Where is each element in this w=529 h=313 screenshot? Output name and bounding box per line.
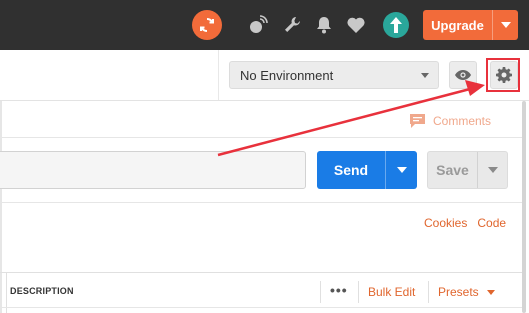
request-url-input[interactable]: [0, 151, 306, 189]
upgrade-label: Upgrade: [431, 17, 484, 33]
save-label: Save: [436, 162, 469, 178]
heart-icon[interactable]: [345, 14, 367, 36]
environment-select[interactable]: No Environment: [229, 61, 439, 89]
user-avatar[interactable]: [383, 12, 409, 38]
annotation-highlight-box: [486, 58, 520, 92]
send-button[interactable]: Send: [317, 151, 417, 189]
save-dropdown[interactable]: [478, 167, 507, 173]
upgrade-button[interactable]: Upgrade: [423, 10, 518, 40]
chevron-down-icon: [396, 167, 407, 173]
chevron-down-icon: [500, 22, 511, 28]
column-divider: [358, 281, 359, 303]
send-dropdown[interactable]: [386, 167, 417, 173]
column-divider: [428, 281, 429, 303]
bulk-edit-link[interactable]: Bulk Edit: [368, 285, 415, 299]
chevron-down-icon: [421, 73, 429, 78]
environment-select-value: No Environment: [240, 67, 334, 83]
comment-icon: [410, 114, 425, 128]
presets-label: Presets: [438, 285, 479, 299]
sync-button[interactable]: [192, 10, 222, 40]
upgrade-dropdown[interactable]: [493, 22, 518, 28]
scrollbar[interactable]: [522, 101, 526, 313]
tabs-divider: [218, 50, 219, 100]
comments-label: Comments: [433, 114, 492, 128]
column-header-description: DESCRIPTION: [10, 286, 74, 296]
presets-dropdown[interactable]: Presets: [438, 285, 495, 299]
eye-icon: [455, 70, 471, 80]
more-options-button[interactable]: •••: [330, 282, 348, 298]
sync-icon: [200, 17, 214, 33]
environment-quick-look-button[interactable]: [449, 61, 477, 89]
divider: [0, 202, 522, 203]
satellite-icon[interactable]: [247, 14, 269, 36]
comments-link[interactable]: Comments: [410, 111, 491, 131]
send-label: Send: [333, 162, 369, 178]
divider: [0, 137, 522, 138]
bell-icon[interactable]: [313, 14, 335, 36]
chevron-down-icon: [487, 167, 498, 173]
save-button[interactable]: Save: [427, 151, 508, 189]
request-links: Cookies Code: [424, 216, 506, 230]
user-avatar-icon: [390, 17, 402, 33]
code-link[interactable]: Code: [477, 216, 506, 230]
chevron-down-icon: [486, 289, 495, 295]
cookies-link[interactable]: Cookies: [424, 216, 467, 230]
column-divider: [320, 281, 321, 303]
wrench-icon[interactable]: [281, 14, 303, 36]
divider: [0, 307, 522, 308]
